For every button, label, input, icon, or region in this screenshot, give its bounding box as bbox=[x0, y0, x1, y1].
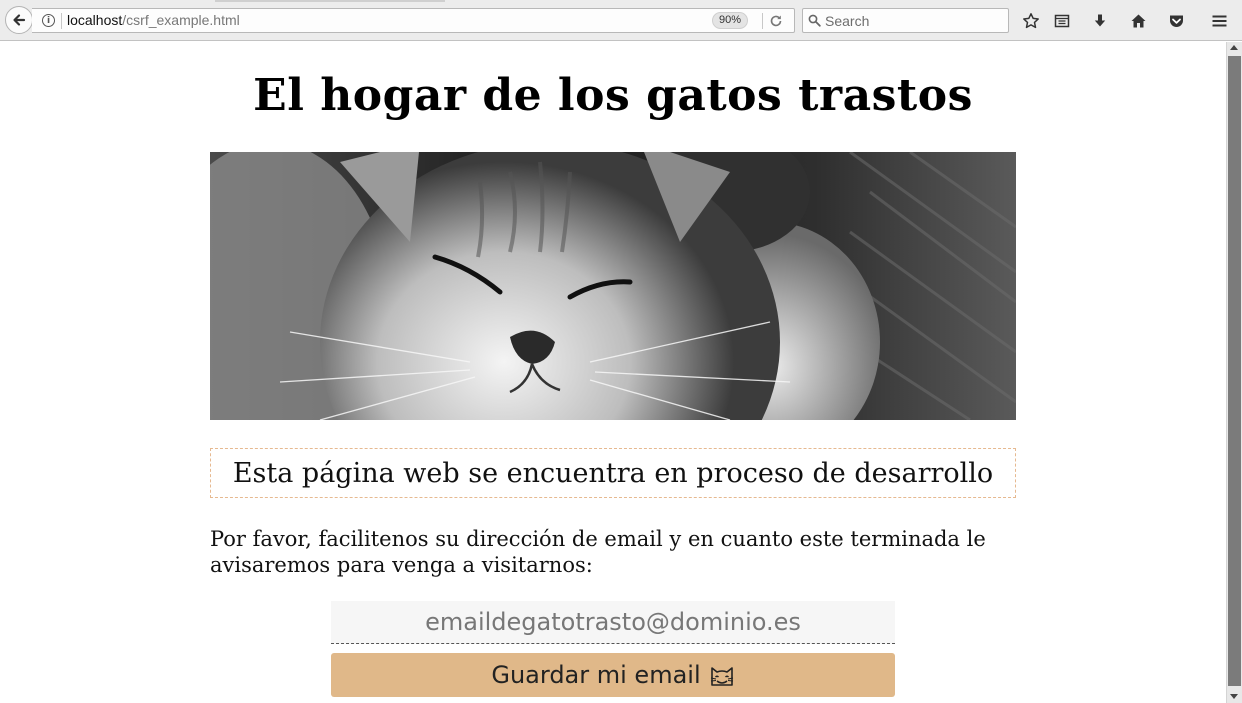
scroll-up-arrow-icon[interactable] bbox=[1230, 45, 1238, 50]
reading-list-button[interactable] bbox=[1051, 10, 1073, 32]
reload-separator bbox=[762, 13, 763, 29]
page-title: El hogar de los gatos trastos bbox=[253, 70, 973, 121]
scroll-down-arrow-icon[interactable] bbox=[1230, 694, 1238, 699]
search-bar[interactable] bbox=[802, 8, 1009, 33]
back-arrow-icon bbox=[13, 14, 26, 26]
menu-icon bbox=[1212, 15, 1226, 27]
site-info-icon[interactable]: i bbox=[42, 14, 55, 27]
notice-text: Esta página web se encuentra en proceso … bbox=[232, 457, 994, 489]
bookmark-star-button[interactable] bbox=[1020, 10, 1042, 32]
star-icon bbox=[1023, 13, 1039, 29]
email-field[interactable] bbox=[331, 601, 895, 644]
zoom-level-badge[interactable]: 90% bbox=[712, 12, 749, 29]
kitten-photo bbox=[210, 152, 1016, 420]
scroll-thumb[interactable] bbox=[1228, 56, 1241, 686]
downloads-button[interactable] bbox=[1089, 10, 1111, 32]
url-separator bbox=[61, 13, 62, 29]
reading-list-icon bbox=[1054, 14, 1070, 28]
cat-face-icon bbox=[710, 667, 733, 686]
development-notice: Esta página web se encuentra en proceso … bbox=[210, 448, 1016, 498]
url-text[interactable]: localhost/csrf_example.html bbox=[67, 12, 240, 28]
url-host: localhost bbox=[67, 12, 123, 28]
email-prompt: Por favor, facilitenos su dirección de e… bbox=[210, 527, 986, 577]
search-icon bbox=[808, 14, 821, 27]
download-icon bbox=[1094, 14, 1106, 27]
vertical-scrollbar[interactable] bbox=[1226, 42, 1242, 703]
url-path: /csrf_example.html bbox=[122, 12, 240, 28]
home-button[interactable] bbox=[1127, 10, 1149, 32]
page-viewport: El hogar de los gatos trastos Esta págin… bbox=[0, 42, 1226, 703]
url-bar[interactable]: i localhost/csrf_example.html 90% bbox=[32, 8, 795, 33]
home-icon bbox=[1131, 14, 1145, 28]
search-input[interactable] bbox=[825, 11, 1005, 30]
active-tab-edge bbox=[215, 0, 445, 2]
pocket-icon bbox=[1169, 15, 1183, 27]
pocket-button[interactable] bbox=[1165, 10, 1187, 32]
browser-toolbar: i localhost/csrf_example.html 90% bbox=[0, 0, 1242, 41]
save-email-button[interactable]: Guardar mi email bbox=[331, 653, 895, 697]
reload-icon[interactable] bbox=[769, 14, 783, 28]
back-button[interactable] bbox=[5, 6, 33, 34]
save-button-label: Guardar mi email bbox=[491, 661, 701, 689]
menu-button[interactable] bbox=[1208, 10, 1230, 32]
